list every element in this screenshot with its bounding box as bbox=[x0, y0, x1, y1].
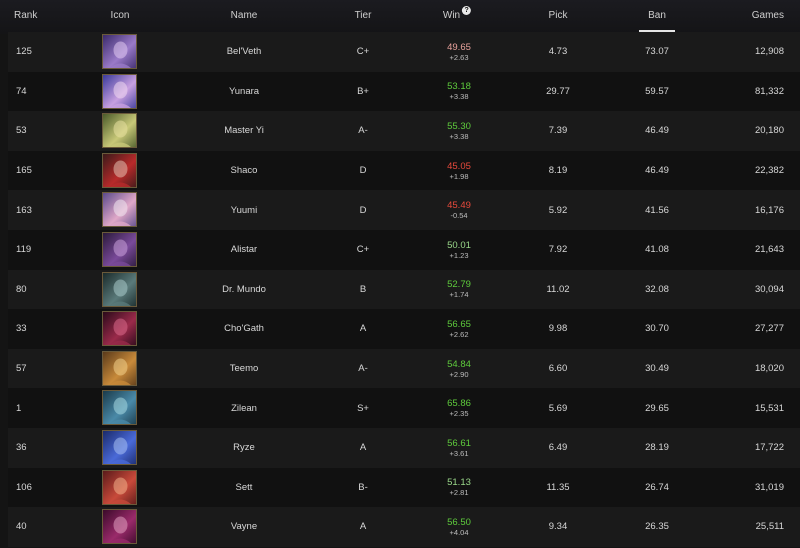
games-cell: 22,382 bbox=[754, 165, 784, 177]
rank-cell: 165 bbox=[16, 165, 32, 177]
win-rate: 56.65 bbox=[447, 318, 471, 330]
games-cell: 17,722 bbox=[754, 442, 784, 454]
win-rate: 56.50 bbox=[447, 516, 471, 528]
win-rate: 50.01 bbox=[447, 239, 471, 251]
win-rate-delta: +1.23 bbox=[449, 250, 469, 260]
win-rate-delta: +1.98 bbox=[449, 171, 469, 181]
table-row[interactable]: 53 Master Yi A- 55.30 +3.38 7.39 46.49 20,180 bbox=[8, 111, 800, 151]
games-cell: 27,277 bbox=[754, 323, 784, 335]
table-row[interactable]: 163 Yuumi D 45.49 -0.54 5.92 41.56 16,176 bbox=[8, 190, 800, 230]
help-icon[interactable]: ? bbox=[462, 6, 472, 15]
table-row[interactable]: 106 Sett B- 51.13 +2.81 11.35 26.74 31,019 bbox=[8, 467, 800, 508]
rank-cell: 119 bbox=[16, 244, 32, 256]
table-body: 125 Bel'Veth C+ 49.65 +2.63 4.73 73.07 12,908 74… bbox=[8, 32, 800, 547]
champion-portrait-icon[interactable] bbox=[102, 73, 137, 109]
games-cell: 21,643 bbox=[754, 244, 784, 256]
win-rate: 54.84 bbox=[447, 358, 471, 370]
win-rate-delta: +3.61 bbox=[449, 448, 469, 458]
table-row[interactable]: 80 Dr. Mundo B 52.79 +1.74 11.02 32.08 30,094 bbox=[8, 269, 800, 310]
column-header-name[interactable]: Name bbox=[231, 9, 258, 23]
win-rate-delta: +3.38 bbox=[449, 92, 469, 102]
win-rate: 45.05 bbox=[447, 160, 471, 172]
column-header-pick[interactable]: Pick bbox=[549, 9, 568, 23]
champion-portrait-icon[interactable] bbox=[102, 231, 137, 267]
win-rate-delta: +2.63 bbox=[449, 52, 469, 62]
games-cell: 15,531 bbox=[754, 402, 784, 414]
win-rate: 53.18 bbox=[447, 81, 471, 93]
games-cell: 25,511 bbox=[755, 521, 784, 533]
column-header-rank[interactable]: Rank bbox=[14, 9, 37, 23]
column-header-games[interactable]: Games bbox=[752, 9, 784, 23]
win-rate: 55.30 bbox=[447, 120, 471, 132]
table-header: Rank Icon Name Tier Win? Pick Ban Games bbox=[0, 0, 800, 34]
champion-portrait-icon[interactable] bbox=[102, 152, 137, 188]
column-header-icon: Icon bbox=[110, 10, 130, 21]
games-cell: 30,094 bbox=[754, 283, 784, 295]
win-rate: 45.49 bbox=[447, 200, 471, 212]
rank-cell: 163 bbox=[16, 204, 32, 216]
win-rate: 65.86 bbox=[447, 398, 471, 410]
win-rate-delta: +2.62 bbox=[449, 329, 469, 339]
champion-stats-table: Rank Icon Name Tier Win? Pick Ban Games … bbox=[0, 0, 800, 547]
table-row[interactable]: 165 Shaco D 45.05 +1.98 8.19 46.49 22,382 bbox=[8, 150, 800, 191]
rank-cell: 106 bbox=[16, 481, 32, 493]
games-cell: 31,019 bbox=[754, 481, 784, 493]
champion-portrait-icon[interactable] bbox=[102, 192, 137, 228]
champion-portrait-icon[interactable] bbox=[102, 271, 137, 307]
table-row[interactable]: 119 Alistar C+ 50.01 +1.23 7.92 41.08 21,643 bbox=[8, 229, 800, 270]
champion-portrait-icon[interactable] bbox=[102, 509, 137, 545]
champion-portrait-icon[interactable] bbox=[102, 429, 137, 465]
win-rate: 49.65 bbox=[447, 41, 471, 53]
rank-cell: 33 bbox=[16, 323, 27, 335]
games-cell: 16,176 bbox=[754, 204, 784, 216]
table-row[interactable]: 36 Ryze A 56.61 +3.61 6.49 28.19 17,722 bbox=[8, 427, 800, 468]
win-rate-delta: -0.54 bbox=[450, 211, 468, 221]
rank-cell: 53 bbox=[16, 125, 27, 137]
champion-portrait-icon[interactable] bbox=[102, 469, 137, 505]
champion-portrait-icon[interactable] bbox=[102, 113, 137, 149]
table-row[interactable]: 57 Teemo A- 54.84 +2.90 6.60 30.49 18,020 bbox=[8, 348, 800, 389]
champion-portrait-icon[interactable] bbox=[102, 311, 137, 347]
table-row[interactable]: 33 Cho'Gath A 56.65 +2.62 9.98 30.70 27,277 bbox=[8, 309, 800, 349]
win-rate: 51.13 bbox=[447, 477, 471, 489]
games-cell: 20,180 bbox=[754, 125, 784, 137]
champion-portrait-icon[interactable] bbox=[102, 34, 137, 69]
table-row[interactable]: 1 Zilean S+ 65.86 +2.35 5.69 29.65 15,531 bbox=[8, 388, 800, 428]
games-cell: 18,020 bbox=[754, 363, 784, 375]
games-cell: 81,332 bbox=[754, 85, 784, 97]
column-header-win-label: Win bbox=[442, 10, 461, 21]
column-header-win[interactable]: Win? bbox=[442, 6, 472, 23]
table-row[interactable]: 74 Yunara B+ 53.18 +3.38 29.77 59.57 81,332 bbox=[8, 71, 800, 112]
win-rate: 52.79 bbox=[447, 279, 471, 291]
win-rate-delta: +4.04 bbox=[449, 527, 469, 537]
win-rate-delta: +2.35 bbox=[449, 409, 469, 419]
win-rate-delta: +2.81 bbox=[449, 488, 469, 498]
rank-cell: 36 bbox=[16, 442, 27, 454]
win-rate-delta: +3.38 bbox=[449, 131, 469, 141]
table-row[interactable]: 40 Vayne A 56.50 +4.04 9.34 26.35 25,511 bbox=[8, 507, 800, 547]
champion-portrait-icon[interactable] bbox=[102, 390, 137, 426]
table-row[interactable]: 125 Bel'Veth C+ 49.65 +2.63 4.73 73.07 12,908 bbox=[8, 32, 800, 72]
rank-cell: 80 bbox=[16, 283, 27, 295]
column-header-ban[interactable]: Ban bbox=[648, 9, 666, 23]
column-header-tier[interactable]: Tier bbox=[355, 9, 372, 23]
rank-cell: 40 bbox=[16, 521, 27, 533]
rank-cell: 74 bbox=[16, 85, 27, 97]
win-rate-delta: +2.90 bbox=[449, 369, 469, 379]
games-cell: 12,908 bbox=[754, 46, 784, 58]
champion-portrait-icon[interactable] bbox=[102, 350, 137, 386]
win-rate-delta: +1.74 bbox=[449, 290, 469, 300]
rank-cell: 57 bbox=[16, 363, 27, 375]
win-rate: 56.61 bbox=[447, 437, 471, 449]
rank-cell: 125 bbox=[16, 46, 32, 58]
rank-cell: 1 bbox=[16, 402, 22, 414]
